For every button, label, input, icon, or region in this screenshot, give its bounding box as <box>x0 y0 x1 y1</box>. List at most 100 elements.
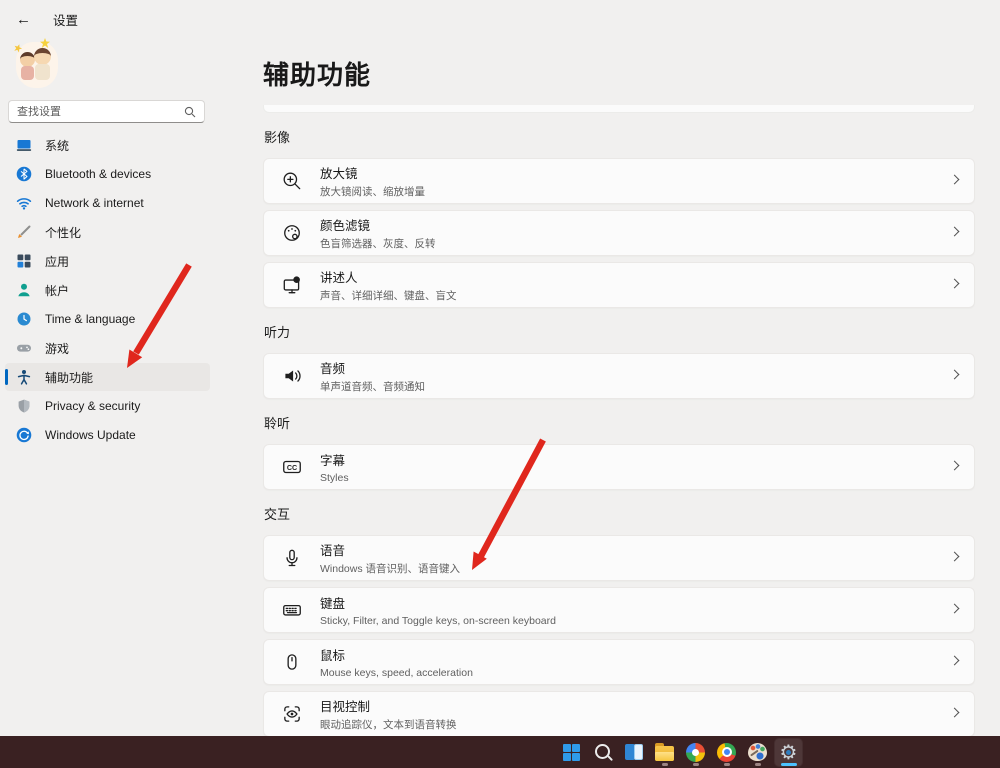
running-indicator <box>755 763 761 766</box>
task-view-icon <box>625 744 643 760</box>
chevron-right-icon <box>950 175 960 185</box>
avatar-figure <box>21 66 34 80</box>
row-title: 语音 <box>320 540 460 559</box>
row-audio[interactable]: 音频 单声道音频、音频通知 <box>263 353 975 399</box>
file-explorer-folder-icon <box>655 746 674 761</box>
app-title: 设置 <box>53 10 78 29</box>
speech-microphone-icon <box>281 547 303 569</box>
avatar-figure <box>35 64 50 80</box>
svg-text:CC: CC <box>287 464 297 472</box>
keyboard-icon <box>281 599 303 621</box>
sidebar-item-windows-update[interactable]: Windows Update <box>5 421 210 449</box>
bluetooth-icon <box>16 166 32 182</box>
row-title: 字幕 <box>320 450 349 469</box>
settings-search-box[interactable] <box>8 100 205 123</box>
row-captions[interactable]: CC 字幕 Styles <box>263 444 975 490</box>
row-subtitle: 色盲筛选器、灰度、反转 <box>320 236 436 251</box>
row-title: 放大镜 <box>320 163 425 182</box>
taskbar: ⚙ <box>0 736 1000 768</box>
accessibility-settings-page: 辅助功能 影像 放大镜 放大镜阅读、缩放增量 颜色滤镜 色盲筛选器、灰度、反转 … <box>263 0 975 743</box>
gaming-controller-icon <box>16 340 32 356</box>
sidebar-item-system[interactable]: 系统 <box>5 131 210 159</box>
chevron-right-icon <box>950 370 960 380</box>
settings-sidebar: 系统 Bluetooth & devices Network & interne… <box>0 131 240 450</box>
windows-logo-icon <box>563 744 580 761</box>
taskbar-search-button[interactable] <box>589 739 616 766</box>
avatar-figure <box>20 52 35 67</box>
captions-cc-icon: CC <box>281 456 303 478</box>
taskbar-search-icon <box>594 743 612 761</box>
magnifier-icon <box>281 170 303 192</box>
sidebar-item-time-language[interactable]: Time & language <box>5 305 210 333</box>
chevron-right-icon <box>950 604 960 614</box>
taskbar-paint-button[interactable] <box>744 739 771 766</box>
audio-speaker-icon <box>281 365 303 387</box>
row-subtitle: Styles <box>320 472 349 484</box>
eye-control-icon <box>281 703 303 725</box>
sidebar-item-bluetooth-devices[interactable]: Bluetooth & devices <box>5 160 210 188</box>
running-indicator <box>662 763 668 766</box>
row-subtitle: 单声道音频、音频通知 <box>320 379 425 394</box>
row-title: 键盘 <box>320 593 556 612</box>
photos-pinwheel-icon <box>686 743 705 762</box>
avatar-figure <box>34 48 51 65</box>
running-indicator <box>693 763 699 766</box>
page-title: 辅助功能 <box>263 55 975 92</box>
time-language-clock-icon <box>16 311 32 327</box>
accounts-person-icon <box>16 282 32 298</box>
row-subtitle: Mouse keys, speed, acceleration <box>320 667 473 679</box>
narrator-icon <box>281 274 303 296</box>
taskbar-start-button[interactable] <box>558 739 585 766</box>
taskbar-chrome-button[interactable] <box>713 739 740 766</box>
sidebar-item-accounts[interactable]: 帐户 <box>5 276 210 304</box>
taskbar-icons: ⚙ <box>558 736 802 768</box>
row-magnifier[interactable]: 放大镜 放大镜阅读、缩放增量 <box>263 158 975 204</box>
taskbar-task-view-button[interactable] <box>620 739 647 766</box>
running-indicator <box>724 763 730 766</box>
row-subtitle: Windows 语音识别、语音键入 <box>320 561 460 576</box>
sidebar-item-personalization[interactable]: 个性化 <box>5 218 210 246</box>
section-label-hearing: 听力 <box>264 322 975 341</box>
back-button[interactable]: ← <box>16 12 31 27</box>
row-subtitle: 声音、详细详细、键盘、盲文 <box>320 288 457 303</box>
row-subtitle: 眼动追踪仪，文本到语音转换 <box>320 717 457 732</box>
search-input[interactable] <box>17 106 184 118</box>
row-title: 鼠标 <box>320 645 473 664</box>
row-eye-control[interactable]: 目视控制 眼动追踪仪，文本到语音转换 <box>263 691 975 737</box>
taskbar-photos-button[interactable] <box>682 739 709 766</box>
row-title: 目视控制 <box>320 696 457 715</box>
row-narrator[interactable]: 讲述人 声音、详细详细、键盘、盲文 <box>263 262 975 308</box>
sidebar-item-privacy-security[interactable]: Privacy & security <box>5 392 210 420</box>
user-avatar <box>14 38 60 90</box>
scrolled-card-edge <box>263 105 975 113</box>
sidebar-item-accessibility[interactable]: 辅助功能 <box>5 363 210 391</box>
sidebar-item-gaming[interactable]: 游戏 <box>5 334 210 362</box>
color-filter-palette-icon <box>281 222 303 244</box>
active-running-indicator <box>781 763 797 766</box>
taskbar-settings-button[interactable]: ⚙ <box>775 739 802 766</box>
chrome-icon <box>717 743 736 762</box>
sidebar-item-apps[interactable]: 应用 <box>5 247 210 275</box>
row-color-filters[interactable]: 颜色滤镜 色盲筛选器、灰度、反转 <box>263 210 975 256</box>
row-subtitle: Sticky, Filter, and Toggle keys, on-scre… <box>320 615 556 627</box>
apps-grid-icon <box>16 253 32 269</box>
paint-palette-icon <box>748 743 767 761</box>
section-label-interaction: 交互 <box>264 504 975 523</box>
chevron-right-icon <box>950 227 960 237</box>
sidebar-item-network-internet[interactable]: Network & internet <box>5 189 210 217</box>
window-header: ← 设置 <box>16 10 78 29</box>
chevron-right-icon <box>950 461 960 471</box>
row-title: 音频 <box>320 358 425 377</box>
row-keyboard[interactable]: 键盘 Sticky, Filter, and Toggle keys, on-s… <box>263 587 975 633</box>
search-icon <box>184 106 196 118</box>
taskbar-file-explorer-button[interactable] <box>651 739 678 766</box>
system-icon <box>16 137 32 153</box>
row-mouse[interactable]: 鼠标 Mouse keys, speed, acceleration <box>263 639 975 685</box>
row-speech[interactable]: 语音 Windows 语音识别、语音键入 <box>263 535 975 581</box>
personalization-brush-icon <box>16 224 32 240</box>
settings-gear-icon: ⚙ <box>778 741 800 763</box>
accessibility-person-icon <box>16 369 32 385</box>
row-subtitle: 放大镜阅读、缩放增量 <box>320 184 425 199</box>
windows-update-icon <box>16 427 32 443</box>
chevron-right-icon <box>950 708 960 718</box>
